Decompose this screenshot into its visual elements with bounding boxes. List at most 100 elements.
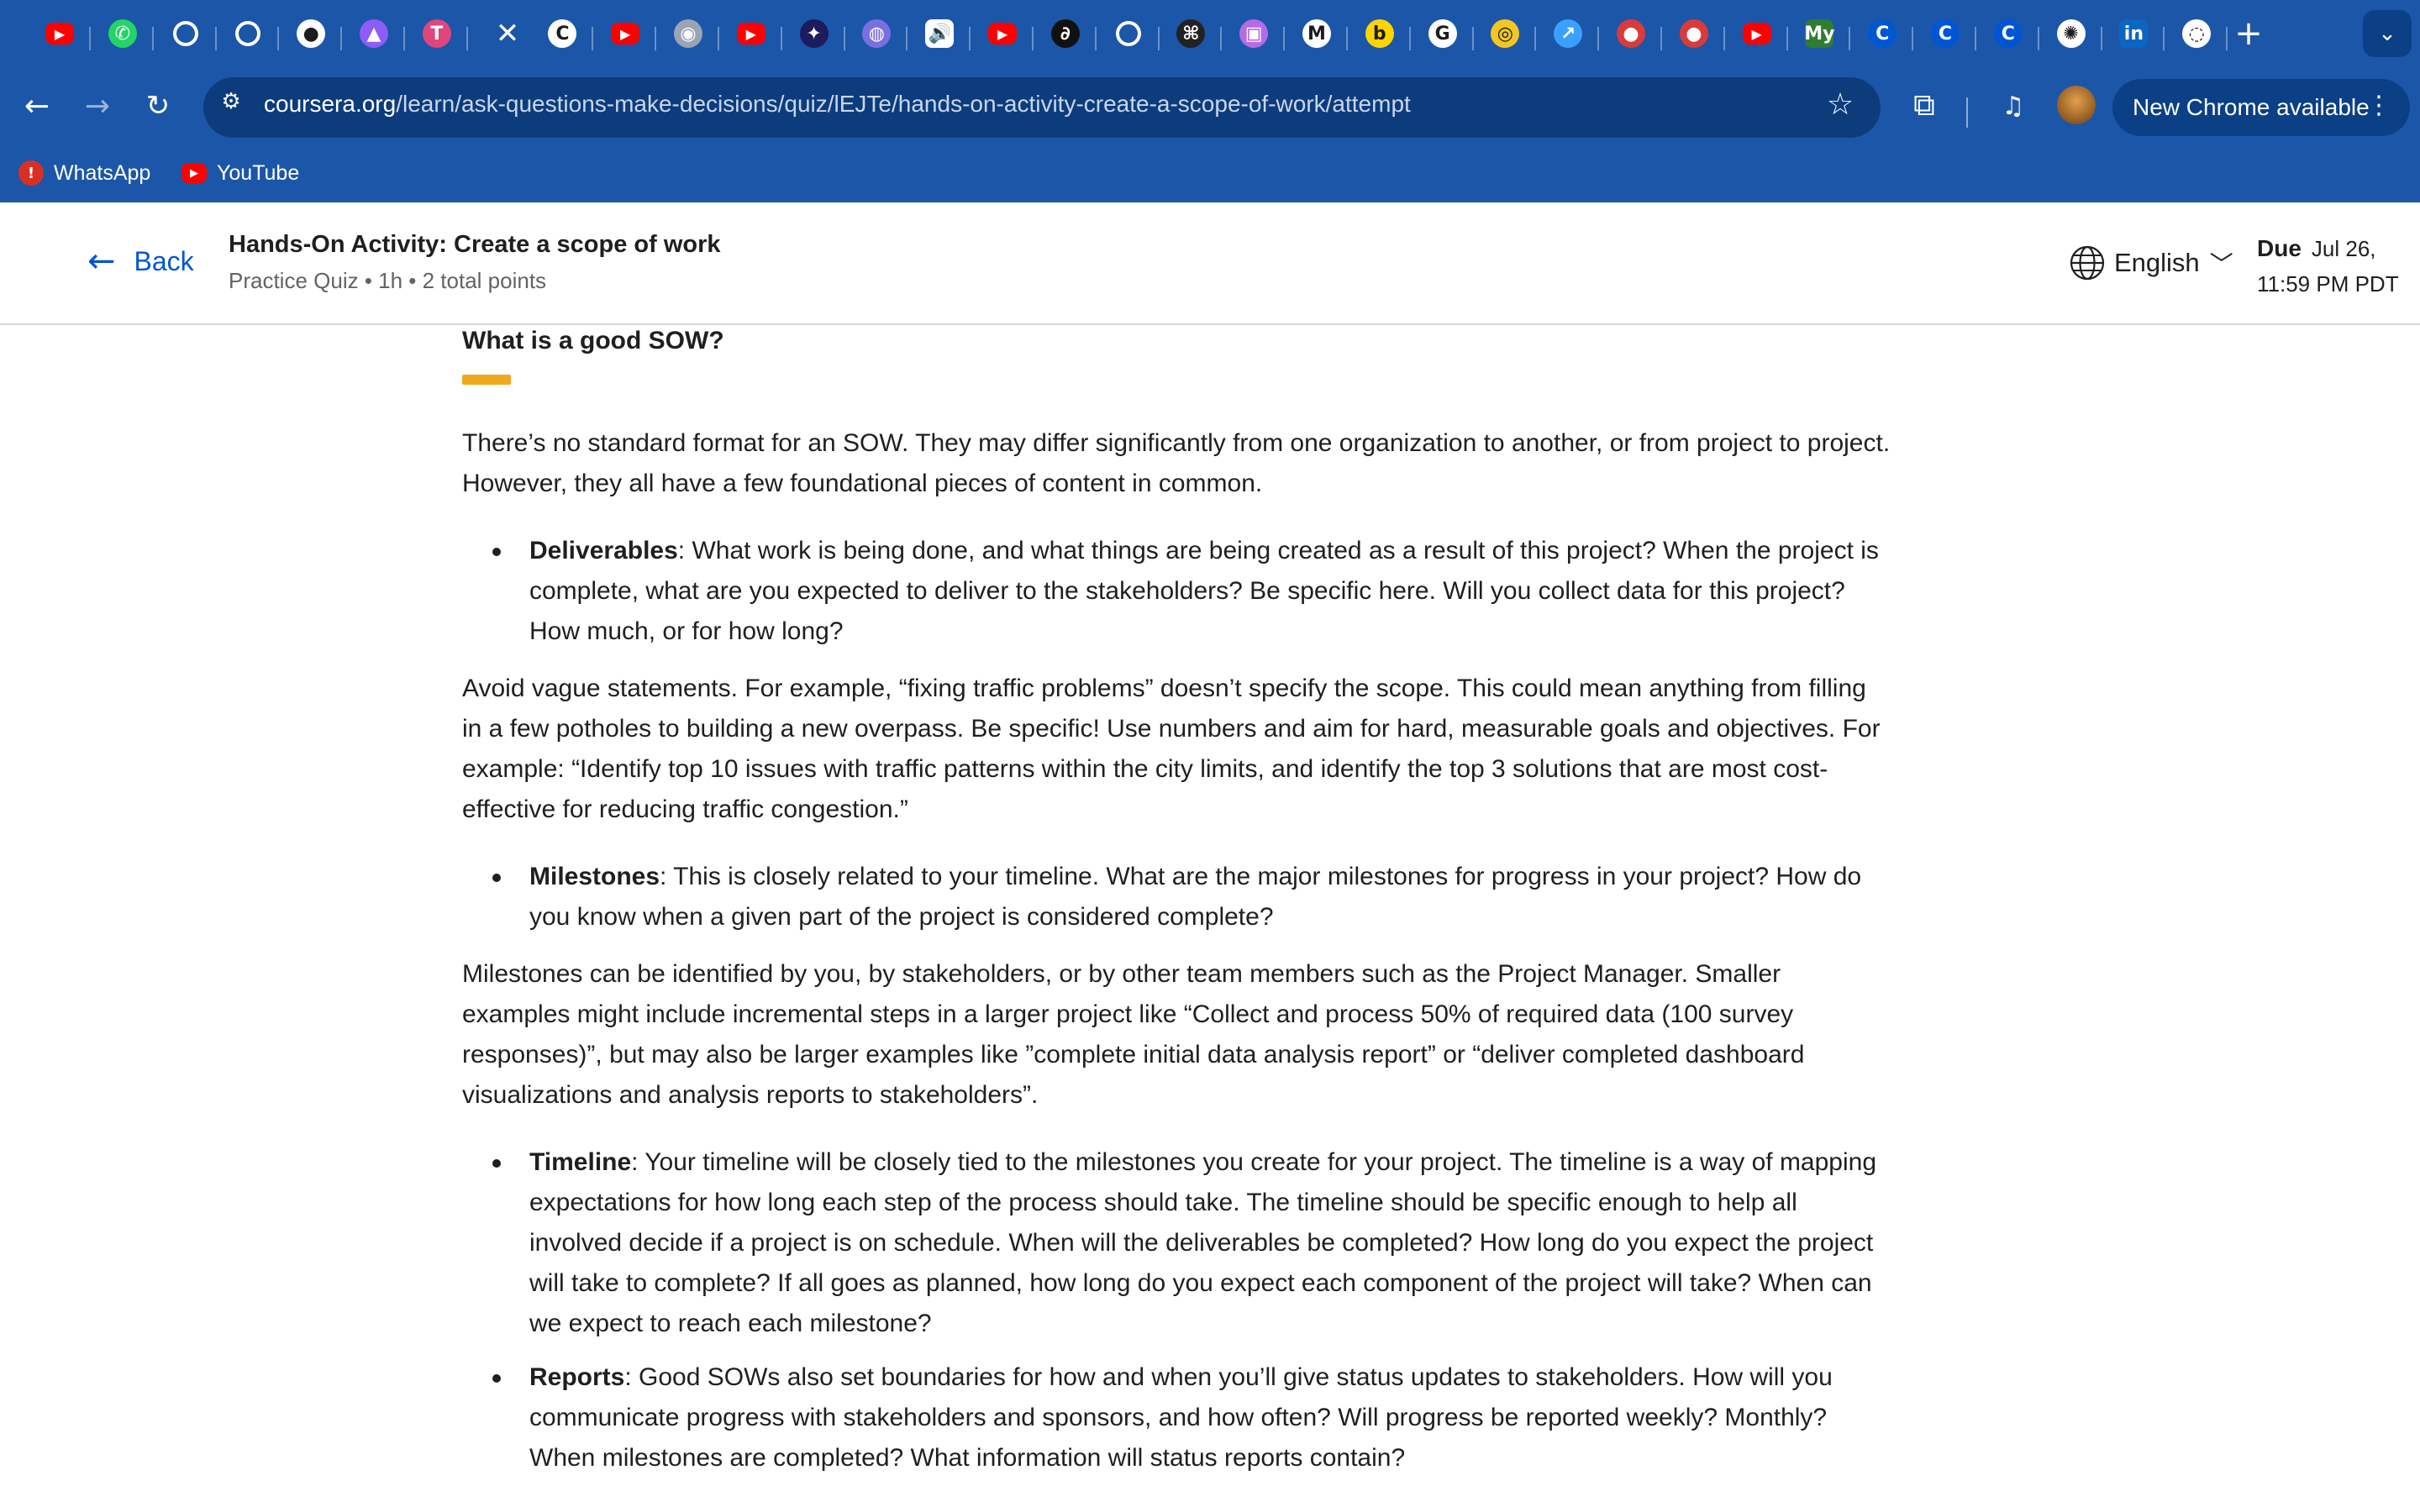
back-arrow-icon[interactable]: ← bbox=[17, 86, 57, 126]
browser-tab[interactable]: C bbox=[531, 8, 594, 59]
loading-icon bbox=[1115, 21, 1141, 46]
tab-separator bbox=[1723, 27, 1725, 50]
browser-tab[interactable]: ▶ bbox=[29, 8, 91, 59]
browser-tab[interactable]: ▶ bbox=[594, 8, 657, 59]
app-icon: M bbox=[1302, 19, 1331, 48]
bookmark-whatsapp[interactable]: ! WhatsApp bbox=[18, 156, 150, 190]
browser-chrome: ▶ ✆ ● ▲ T C ▶ ◉ ▶ ✦ ◍ 🔊 ▶ ∂ ⌘ ▣ Mb G ◎ ↗ ● ● ▶ My C C C ✺ in ◌ ✕ + ⌄ … bbox=[0, 0, 2420, 202]
reload-icon[interactable]: ↻ bbox=[138, 86, 178, 126]
browser-tab[interactable]: C bbox=[1851, 8, 1914, 59]
tab-separator bbox=[1975, 27, 1976, 50]
globe-icon bbox=[2070, 245, 2105, 281]
tab-separator bbox=[403, 27, 405, 50]
bookmark-star-icon[interactable]: ☆ bbox=[1822, 86, 1859, 123]
coursera-icon: C bbox=[548, 19, 577, 48]
browser-tab[interactable]: ● bbox=[1663, 8, 1725, 59]
browser-tab[interactable]: ✦ bbox=[783, 8, 845, 59]
app-icon: ◉ bbox=[674, 19, 702, 48]
term-timeline: Timeline bbox=[529, 1148, 632, 1176]
extensions-icon[interactable]: ⧉ bbox=[1904, 86, 1944, 126]
tab-separator bbox=[1849, 27, 1851, 50]
list-item-reports: Reports: Good SOWs also set boundaries f… bbox=[462, 1357, 1891, 1478]
browser-tab[interactable]: ↗ bbox=[1537, 8, 1600, 59]
browser-tab[interactable]: ● bbox=[1600, 8, 1662, 59]
deliverables-text: : What work is being done, and what thin… bbox=[529, 537, 1879, 645]
tab-separator bbox=[2037, 27, 2039, 50]
new-chrome-available-button[interactable]: New Chrome available ⋮ bbox=[2112, 79, 2410, 136]
tab-separator bbox=[1408, 27, 1411, 50]
forward-arrow-icon[interactable]: → bbox=[77, 86, 118, 126]
browser-tab[interactable]: M bbox=[1286, 8, 1348, 59]
more-menu-icon[interactable]: ⋮ bbox=[2366, 91, 2391, 120]
reports-text: : Good SOWs also set boundaries for how … bbox=[529, 1363, 1833, 1472]
milestones-text: : This is closely related to your timeli… bbox=[529, 863, 1862, 931]
tab-separator bbox=[969, 27, 971, 50]
new-tab-button[interactable]: + bbox=[2230, 14, 2267, 53]
chevron-down-icon: ﹀ bbox=[2209, 250, 2233, 278]
github-icon: ● bbox=[297, 19, 326, 48]
bookmark-youtube[interactable]: ▶ YouTube bbox=[182, 156, 299, 190]
browser-tab[interactable]: 🔊 bbox=[908, 8, 971, 59]
site-info-icon[interactable]: ⚙ bbox=[217, 87, 245, 116]
browser-tab[interactable]: ▶ bbox=[720, 8, 782, 59]
browser-tab[interactable]: ◍ bbox=[845, 8, 908, 59]
language-select[interactable]: English ﹀ bbox=[2069, 244, 2233, 281]
reading-content: What is a good SOW? There’s no standard … bbox=[462, 326, 1891, 1478]
browser-tab[interactable]: T bbox=[406, 8, 468, 59]
app-icon: ⌘ bbox=[1176, 19, 1206, 48]
browser-tab[interactable]: G bbox=[1412, 8, 1474, 59]
milestones-paragraph: Milestones can be identified by you, by … bbox=[462, 960, 1805, 1109]
browser-tab[interactable]: ✺ bbox=[2040, 8, 2102, 59]
bookmarks-bar: ! WhatsApp ▶ YouTube bbox=[0, 144, 2420, 202]
tab-strip: ▶ ✆ ● ▲ T C ▶ ◉ ▶ ✦ ◍ 🔊 ▶ ∂ ⌘ ▣ Mb G ◎ ↗ ● ● ▶ My C C C ✺ in ◌ bbox=[0, 0, 2420, 67]
browser-tab[interactable]: ⌘ bbox=[1160, 8, 1223, 59]
app-icon: ↗ bbox=[1554, 19, 1583, 48]
media-control-icon[interactable]: ♫ bbox=[1993, 86, 2033, 126]
browser-tab[interactable]: ● bbox=[280, 8, 343, 59]
browser-tab[interactable]: C bbox=[1977, 8, 2039, 59]
browser-tab[interactable]: ▲ bbox=[343, 8, 405, 59]
browser-tab[interactable]: ◎ bbox=[1474, 8, 1537, 59]
term-milestones: Milestones bbox=[529, 863, 660, 890]
tab-separator bbox=[89, 27, 91, 50]
coursera-icon: C bbox=[1993, 19, 2023, 48]
browser-tab[interactable]: ◉ bbox=[657, 8, 719, 59]
browser-tab[interactable]: ✆ bbox=[92, 8, 154, 59]
browser-tab[interactable]: C bbox=[1914, 8, 1976, 59]
browser-tab[interactable] bbox=[217, 8, 280, 59]
browser-tab[interactable]: b bbox=[1349, 8, 1411, 59]
app-icon: ▲ bbox=[360, 19, 388, 48]
browser-tab[interactable]: ▶ bbox=[1726, 8, 1788, 59]
tab-separator bbox=[1157, 27, 1160, 50]
close-tab-icon[interactable]: ✕ bbox=[481, 8, 534, 59]
browser-tab[interactable]: ▶ bbox=[971, 8, 1034, 59]
term-deliverables: Deliverables bbox=[529, 537, 678, 564]
back-button[interactable]: ← Back bbox=[87, 244, 194, 278]
github-icon: ◌ bbox=[2182, 19, 2212, 48]
tab-separator bbox=[1597, 27, 1600, 50]
quiz-title: Hands-On Activity: Create a scope of wor… bbox=[229, 231, 721, 258]
browser-tab[interactable]: ∂ bbox=[1034, 8, 1097, 59]
profile-avatar[interactable] bbox=[2057, 86, 2096, 124]
tab-search-button[interactable]: ⌄ bbox=[2363, 10, 2412, 57]
tab-separator bbox=[1032, 27, 1034, 50]
tab-separator bbox=[2100, 27, 2102, 50]
browser-tab[interactable]: ◌ bbox=[2165, 8, 2228, 59]
app-icon: ◍ bbox=[862, 19, 892, 48]
app-icon: b bbox=[1365, 19, 1394, 48]
tab-separator bbox=[340, 27, 343, 50]
myunt-icon: My bbox=[1804, 19, 1835, 48]
browser-tab[interactable]: ▣ bbox=[1223, 8, 1286, 59]
tab-separator bbox=[1912, 27, 1914, 50]
coursera-icon: C bbox=[1931, 19, 1960, 48]
browser-tab[interactable] bbox=[155, 8, 217, 59]
youtube-icon: ▶ bbox=[736, 23, 765, 45]
browser-tab[interactable] bbox=[1097, 8, 1160, 59]
browser-tab[interactable]: My bbox=[1788, 8, 1851, 59]
due-date-text: Jul 26, bbox=[2311, 236, 2376, 261]
youtube-icon: ▶ bbox=[182, 163, 207, 183]
linkedin-icon: in bbox=[2119, 19, 2149, 48]
youtube-icon: ▶ bbox=[611, 23, 640, 45]
browser-tab[interactable]: in bbox=[2102, 8, 2165, 59]
url-text[interactable]: coursera.org/learn/ask-questions-make-de… bbox=[264, 91, 1411, 118]
